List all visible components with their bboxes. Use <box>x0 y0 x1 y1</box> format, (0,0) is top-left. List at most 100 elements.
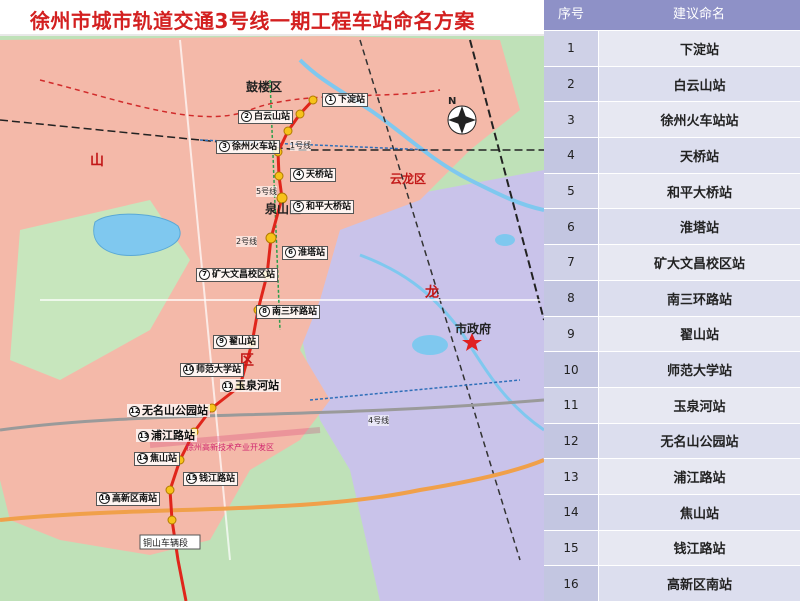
station-number: 8 <box>259 306 270 317</box>
table-row: 13 浦江路站 <box>544 458 800 494</box>
station-number: 2 <box>241 111 252 122</box>
table-row: 1 下淀站 <box>544 30 800 66</box>
station-label: 1 下淀站 <box>322 93 369 107</box>
row-number: 5 <box>544 173 598 209</box>
row-station-name: 师范大学站 <box>598 352 800 387</box>
station-marker <box>308 95 318 105</box>
north-arrow-icon <box>447 105 477 135</box>
table-row: 15 钱江路站 <box>544 529 800 566</box>
row-station-name: 浦江路站 <box>598 459 800 494</box>
station-number: 14 <box>137 453 148 464</box>
station-name: 和平大桥站 <box>306 202 352 212</box>
table-row: 11 玉泉河站 <box>544 386 800 423</box>
table-row: 3 徐州火车站站 <box>544 101 800 138</box>
table-row: 6 淮塔站 <box>544 208 800 245</box>
line4-label: 4号线 <box>368 415 390 426</box>
row-station-name: 下淀站 <box>598 31 800 66</box>
station-name: 矿大文昌校区站 <box>212 270 276 280</box>
row-station-name: 淮塔站 <box>598 209 800 245</box>
row-station-name: 徐州火车站站 <box>598 102 800 138</box>
place-shan-char: 山 <box>90 153 104 169</box>
row-station-name: 天桥站 <box>598 138 800 173</box>
station-number: 9 <box>216 336 227 347</box>
line2-label: 2号线 <box>236 236 258 247</box>
row-number: 11 <box>544 387 598 423</box>
station-label: 8 南三环路站 <box>256 305 321 319</box>
row-station-name: 白云山站 <box>598 66 800 102</box>
row-station-name: 和平大桥站 <box>598 173 800 209</box>
station-name: 白云山站 <box>254 112 291 122</box>
row-station-name: 玉泉河站 <box>598 387 800 423</box>
station-label: 14 焦山站 <box>134 452 181 466</box>
table-row: 4 天桥站 <box>544 137 800 173</box>
row-station-name: 南三环路站 <box>598 280 800 316</box>
row-station-name: 钱江路站 <box>598 530 800 566</box>
row-station-name: 焦山站 <box>598 494 800 530</box>
station-name-table: 序号 建议命名 1 下淀站 2 白云山站 3 徐州火车站站 4 天桥站 5 和平大桥站 6 淮塔站 7 矿… <box>544 0 800 601</box>
station-number: 7 <box>199 269 210 280</box>
station-label: 10 师范大学站 <box>180 363 245 377</box>
station-label: 13 浦江路站 <box>136 429 197 442</box>
row-number: 8 <box>544 280 598 316</box>
page: 徐州市城市轨道交通3号线一期工程车站命名方案 鼓楼区 云龙区 泉山区 市政府 山… <box>0 0 800 601</box>
station-number: 6 <box>285 247 296 258</box>
station-label: 3 徐州火车站 <box>216 140 281 154</box>
station-name: 师范大学站 <box>196 365 242 375</box>
station-number: 3 <box>219 141 230 152</box>
station-name: 下淀站 <box>338 95 366 105</box>
table-header: 序号 建议命名 <box>544 0 800 30</box>
station-number: 10 <box>183 364 194 375</box>
station-marker <box>265 232 277 244</box>
pond-2 <box>495 234 515 246</box>
north-label: N <box>448 96 457 107</box>
station-number: 5 <box>293 201 304 212</box>
station-name: 天桥站 <box>306 170 334 180</box>
station-label: 9 翟山站 <box>213 335 260 349</box>
table-row: 14 焦山站 <box>544 493 800 530</box>
station-label: 7 矿大文昌校区站 <box>196 268 279 282</box>
station-name: 淮塔站 <box>298 248 326 258</box>
station-name: 翟山站 <box>229 337 257 347</box>
station-name: 钱江路站 <box>199 474 236 484</box>
station-name: 高新区南站 <box>112 494 158 504</box>
metro-map: 徐州市城市轨道交通3号线一期工程车站命名方案 鼓楼区 云龙区 泉山区 市政府 山… <box>0 0 544 601</box>
row-station-name: 高新区南站 <box>598 566 800 601</box>
line5-label: 5号线 <box>256 186 278 197</box>
row-number: 16 <box>544 566 598 601</box>
table-row: 9 翟山站 <box>544 315 800 352</box>
station-name: 徐州火车站 <box>232 142 278 152</box>
table-row: 2 白云山站 <box>544 65 800 102</box>
station-label: 4 天桥站 <box>290 168 337 182</box>
table-row: 5 和平大桥站 <box>544 172 800 209</box>
row-number: 15 <box>544 530 598 566</box>
station-number: 12 <box>129 405 140 417</box>
hightech-zone-label: 徐州高新技术产业开发区 <box>186 443 274 452</box>
place-tongshan-depot: 铜山车辆段 <box>143 539 189 549</box>
station-name: 南三环路站 <box>272 307 318 317</box>
station-number: 15 <box>186 473 197 484</box>
table-row: 8 南三环路站 <box>544 279 800 316</box>
station-marker <box>295 109 305 119</box>
station-label: 6 淮塔站 <box>282 246 329 260</box>
station-marker <box>165 485 175 495</box>
row-number: 7 <box>544 245 598 280</box>
line1-label: 1号线 <box>290 140 312 151</box>
row-number: 1 <box>544 31 598 66</box>
station-marker <box>283 126 293 136</box>
station-number: 11 <box>222 380 233 392</box>
row-number: 4 <box>544 138 598 173</box>
station-label: 2 白云山站 <box>238 110 294 124</box>
pond-1 <box>412 335 448 355</box>
station-label: 16 高新区南站 <box>96 492 161 506</box>
map-title-bar: 徐州市城市轨道交通3号线一期工程车站命名方案 <box>0 0 544 36</box>
row-number: 9 <box>544 316 598 352</box>
row-number: 10 <box>544 352 598 387</box>
station-marker <box>274 171 284 181</box>
row-station-name: 矿大文昌校区站 <box>598 245 800 280</box>
station-label: 5 和平大桥站 <box>290 200 355 214</box>
row-station-name: 无名山公园站 <box>598 423 800 459</box>
row-number: 12 <box>544 423 598 459</box>
station-name: 玉泉河站 <box>235 379 279 392</box>
header-name: 建议命名 <box>672 7 725 22</box>
row-number: 6 <box>544 209 598 245</box>
